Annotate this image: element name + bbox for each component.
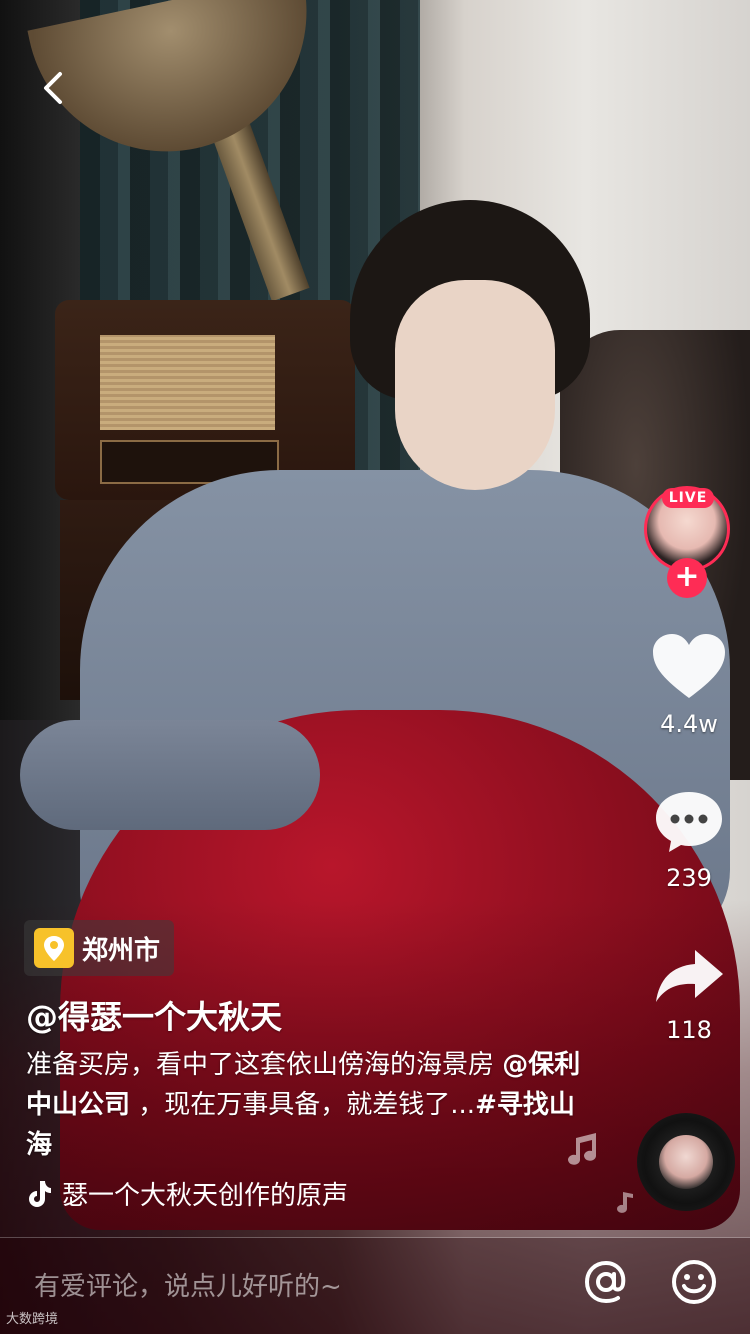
- location-label: 郑州市: [82, 935, 161, 966]
- music-disc[interactable]: [637, 1113, 735, 1211]
- description-text-1: 准备买房，看中了这套依山傍海的海景房: [26, 1050, 503, 1080]
- emoji-smile-icon[interactable]: [670, 1258, 718, 1306]
- like-button[interactable]: 4.4w: [639, 632, 739, 738]
- music-title: 瑟一个大秋天创作的原声: [62, 1181, 349, 1211]
- radio-speaker: [100, 335, 275, 430]
- description-text-2: ，现在万事具备，就差钱了...: [130, 1090, 476, 1120]
- disc-avatar: [659, 1135, 713, 1189]
- video-screen[interactable]: LIVE + 4.4w 239 118 郑州市 @得瑟一个大秋天 准备买房，看中…: [0, 0, 750, 1334]
- share-button[interactable]: 118: [639, 946, 739, 1044]
- comment-bubble-icon: [656, 792, 722, 852]
- music-info[interactable]: 瑟一个大秋天创作的原声: [26, 1175, 348, 1212]
- at-mention-icon[interactable]: [582, 1258, 630, 1306]
- comment-button[interactable]: 239: [639, 788, 739, 892]
- video-description: 准备买房，看中了这套依山傍海的海景房 @保利中山公司 ，现在万事具备，就差钱了.…: [26, 1045, 586, 1165]
- live-badge: LIVE: [662, 488, 714, 508]
- person-arm: [20, 720, 320, 830]
- author-name[interactable]: @得瑟一个大秋天: [26, 992, 282, 1038]
- person-face: [395, 280, 555, 490]
- location-tag[interactable]: 郑州市: [24, 920, 175, 976]
- back-chevron-icon[interactable]: [36, 70, 72, 106]
- watermark: 大数跨境: [6, 1312, 59, 1327]
- share-arrow-icon: [656, 950, 723, 1002]
- follow-plus-button[interactable]: +: [667, 558, 707, 598]
- share-count: 118: [666, 1016, 712, 1044]
- comment-count: 239: [666, 864, 712, 892]
- comment-input[interactable]: 有爱评论，说点儿好听的~: [34, 1266, 342, 1303]
- heart-icon: [653, 634, 725, 698]
- like-count: 4.4w: [660, 710, 718, 738]
- music-note-small-icon: [617, 1192, 633, 1213]
- tiktok-note-icon: [29, 1180, 51, 1207]
- location-pin-icon: [34, 928, 74, 968]
- creator-avatar-live[interactable]: LIVE +: [644, 486, 736, 598]
